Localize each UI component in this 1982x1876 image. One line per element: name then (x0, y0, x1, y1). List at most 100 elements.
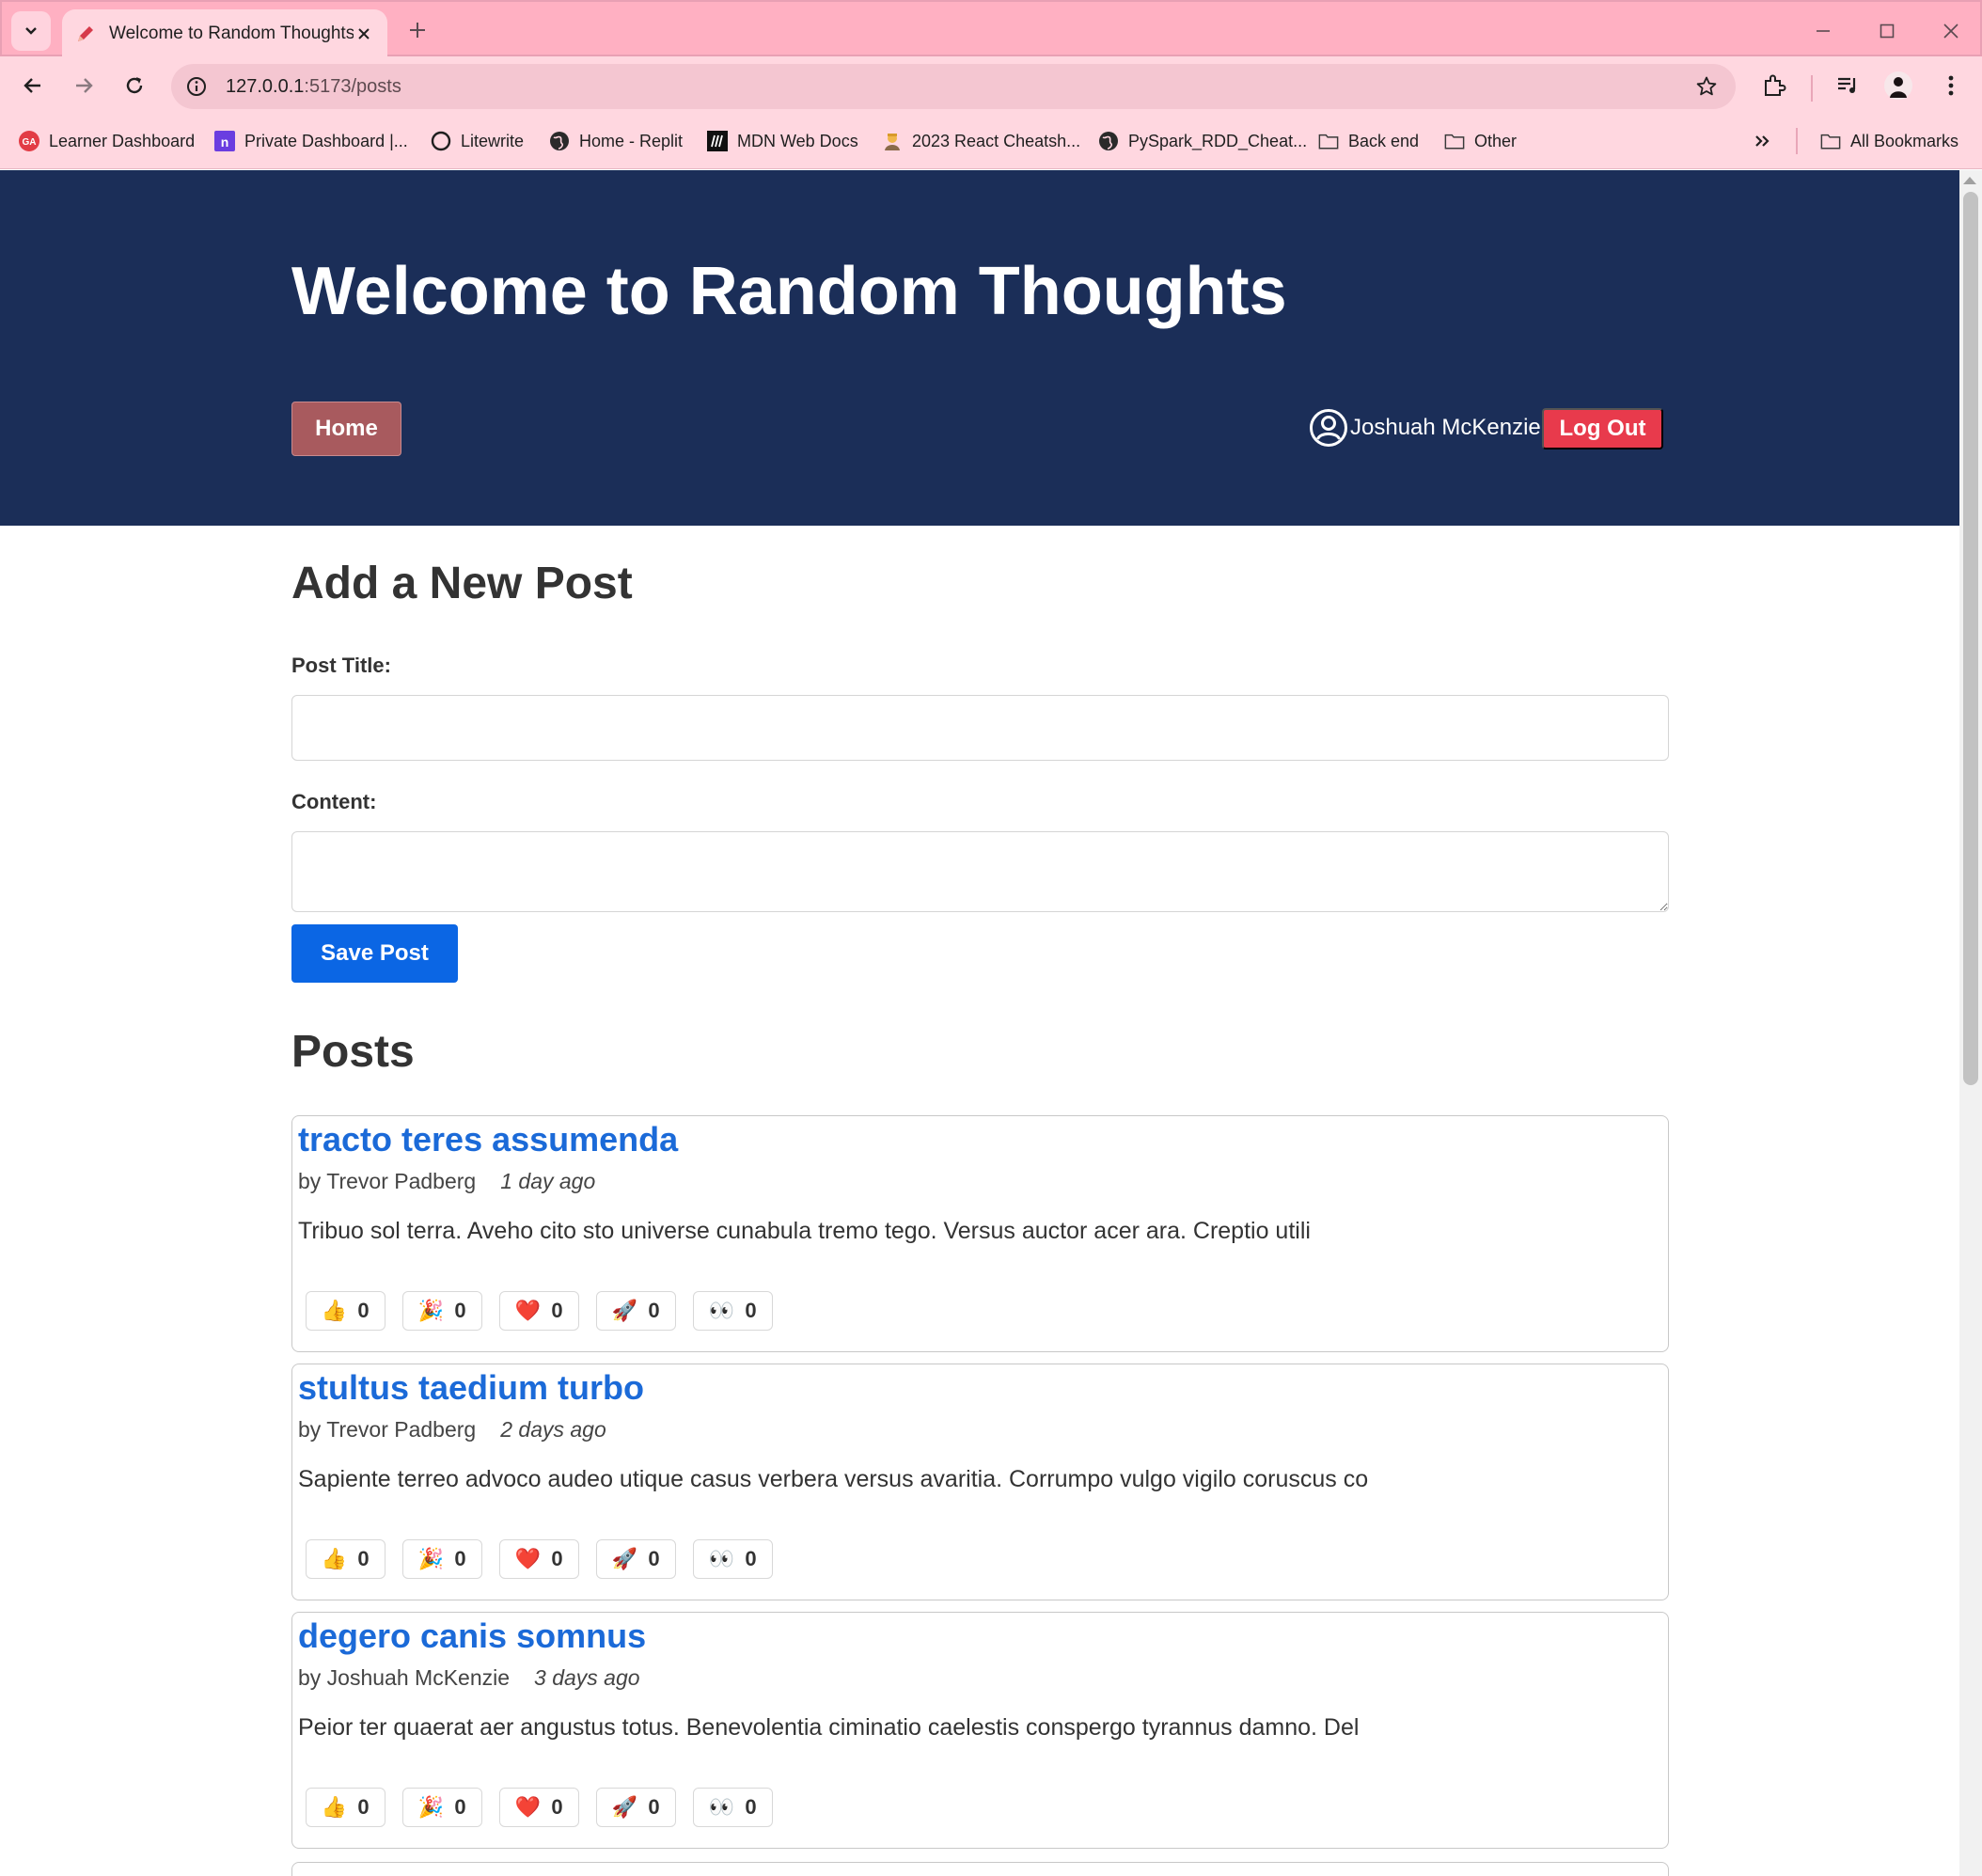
post-title-input[interactable] (291, 695, 1669, 761)
bookmark-react-cheatsheet[interactable]: 2023 React Cheatsh... (882, 126, 1080, 156)
new-tab-button[interactable] (402, 15, 433, 45)
minimize-button[interactable] (1807, 15, 1839, 47)
user-circle-icon (1310, 409, 1347, 447)
close-window-button[interactable] (1935, 15, 1967, 47)
bookmark-folder-other[interactable]: Other (1444, 126, 1517, 156)
reaction-eyes-button[interactable]: 👀 0 (693, 1539, 773, 1579)
reaction-party-button[interactable]: 🎉 0 (402, 1291, 482, 1331)
rocket-icon: 🚀 (611, 1299, 638, 1322)
site-info-icon[interactable] (182, 72, 211, 101)
eyes-icon: 👀 (708, 1795, 735, 1819)
post-time: 3 days ago (534, 1665, 640, 1690)
bookmark-label: MDN Web Docs (737, 131, 858, 150)
logout-button[interactable]: Log Out (1542, 408, 1663, 449)
more-menu-icon[interactable] (1933, 68, 1969, 103)
page-title: Welcome to Random Thoughts (291, 254, 1287, 329)
tab-search-button[interactable] (11, 11, 51, 51)
circle-icon (431, 131, 451, 151)
bookmark-label: Private Dashboard |... (244, 131, 408, 150)
reaction-count: 0 (551, 1299, 563, 1322)
bookmark-litewrite[interactable]: Litewrite (431, 126, 524, 156)
reaction-thumbs-up-button[interactable]: 👍 0 (306, 1291, 385, 1331)
maximize-button[interactable] (1871, 15, 1903, 47)
person-icon (882, 131, 903, 151)
reaction-thumbs-up-button[interactable]: 👍 0 (306, 1539, 385, 1579)
reaction-count: 0 (357, 1299, 370, 1322)
post-author: by Trevor Padberg (298, 1417, 477, 1442)
content-label: Content: (291, 790, 377, 813)
post-time: 2 days ago (500, 1417, 606, 1442)
plus-icon (410, 23, 425, 38)
post-card: stultus taedium turbo by Trevor Padberg 2… (291, 1364, 1669, 1600)
arrow-right-icon (76, 78, 93, 93)
post-card: degero canis somnus by Joshuah McKenzie 3… (291, 1612, 1669, 1849)
post-title-link[interactable]: stultus taedium turbo (298, 1368, 644, 1408)
bookmark-home-replit[interactable]: Home - Replit (549, 126, 683, 156)
reaction-thumbs-up-button[interactable]: 👍 0 (306, 1788, 385, 1827)
bookmark-private-dashboard[interactable]: n Private Dashboard |... (214, 126, 408, 156)
reaction-party-button[interactable]: 🎉 0 (402, 1539, 482, 1579)
add-post-heading: Add a New Post (291, 559, 633, 608)
content-textarea[interactable] (291, 831, 1669, 912)
ga-icon: GA (19, 131, 39, 151)
url-text[interactable]: 127.0.0.1:5173/posts (226, 76, 1691, 98)
toolbar-divider (1811, 75, 1813, 102)
reaction-heart-button[interactable]: ❤️ 0 (499, 1788, 579, 1827)
minimize-icon (1817, 30, 1830, 32)
party-icon: 🎉 (417, 1299, 445, 1322)
post-card: tracto teres assumenda by Trevor Padberg… (291, 1115, 1669, 1352)
forward-button[interactable] (66, 68, 102, 103)
profile-avatar[interactable] (1880, 68, 1916, 103)
bookmarks-divider (1796, 128, 1798, 154)
reaction-bar: 👍 0 🎉 0 ❤️ 0 🚀 0 👀 0 (306, 1539, 790, 1579)
post-meta: by Trevor Padberg 2 days ago (298, 1417, 606, 1442)
reaction-count: 0 (454, 1547, 466, 1570)
close-icon (1943, 24, 1958, 39)
bookmarks-bar: GA Learner Dashboard n Private Dashboard… (0, 113, 1982, 169)
reaction-party-button[interactable]: 🎉 0 (402, 1788, 482, 1827)
reaction-count: 0 (648, 1795, 660, 1819)
address-bar[interactable]: 127.0.0.1:5173/posts (171, 64, 1736, 109)
heart-icon: ❤️ (514, 1299, 542, 1322)
active-tab[interactable]: Welcome to Random Thoughts (62, 9, 387, 58)
bookmarks-overflow-button[interactable] (1753, 126, 1771, 156)
scrollbar-thumb[interactable] (1963, 192, 1978, 1085)
reaction-count: 0 (648, 1299, 660, 1322)
all-bookmarks-button[interactable]: All Bookmarks (1820, 126, 1958, 156)
reaction-eyes-button[interactable]: 👀 0 (693, 1291, 773, 1331)
reaction-count: 0 (551, 1547, 563, 1570)
bookmark-star-icon[interactable] (1691, 71, 1722, 102)
post-title-link[interactable]: degero canis somnus (298, 1616, 646, 1656)
reaction-rocket-button[interactable]: 🚀 0 (596, 1539, 676, 1579)
reaction-rocket-button[interactable]: 🚀 0 (596, 1291, 676, 1331)
reaction-rocket-button[interactable]: 🚀 0 (596, 1788, 676, 1827)
bookmark-learner-dashboard[interactable]: GA Learner Dashboard (19, 126, 195, 156)
reaction-bar: 👍 0 🎉 0 ❤️ 0 🚀 0 👀 0 (306, 1291, 790, 1331)
reaction-count: 0 (454, 1299, 466, 1322)
folder-icon (1318, 131, 1339, 151)
reaction-heart-button[interactable]: ❤️ 0 (499, 1539, 579, 1579)
media-control-icon[interactable] (1830, 68, 1865, 103)
post-meta: by Trevor Padberg 1 day ago (298, 1169, 595, 1194)
post-time: 1 day ago (500, 1169, 596, 1193)
post-title-link[interactable]: tracto teres assumenda (298, 1120, 678, 1159)
n-icon: n (214, 131, 235, 151)
back-button[interactable] (15, 68, 51, 103)
close-icon[interactable] (354, 24, 374, 44)
home-nav-button[interactable]: Home (291, 402, 401, 456)
extensions-icon[interactable] (1756, 68, 1792, 103)
reaction-eyes-button[interactable]: 👀 0 (693, 1788, 773, 1827)
thumbs-up-icon: 👍 (321, 1795, 348, 1819)
site-header: Welcome to Random Thoughts Home Joshuah … (0, 170, 1959, 526)
save-post-button[interactable]: Save Post (291, 924, 458, 983)
url-host: 127.0.0.1 (226, 75, 305, 97)
scroll-up-arrow-icon[interactable] (1963, 177, 1976, 184)
bookmark-mdn[interactable]: MDN Web Docs (707, 126, 858, 156)
heart-icon: ❤️ (514, 1547, 542, 1570)
bookmark-pyspark[interactable]: PySpark_RDD_Cheat... (1098, 126, 1307, 156)
mdn-icon (707, 131, 728, 151)
reaction-heart-button[interactable]: ❤️ 0 (499, 1291, 579, 1331)
bookmark-folder-back-end[interactable]: Back end (1318, 126, 1419, 156)
post-excerpt: Peior ter quaerat aer angustus totus. Be… (298, 1714, 1360, 1741)
reload-button[interactable] (117, 68, 152, 103)
